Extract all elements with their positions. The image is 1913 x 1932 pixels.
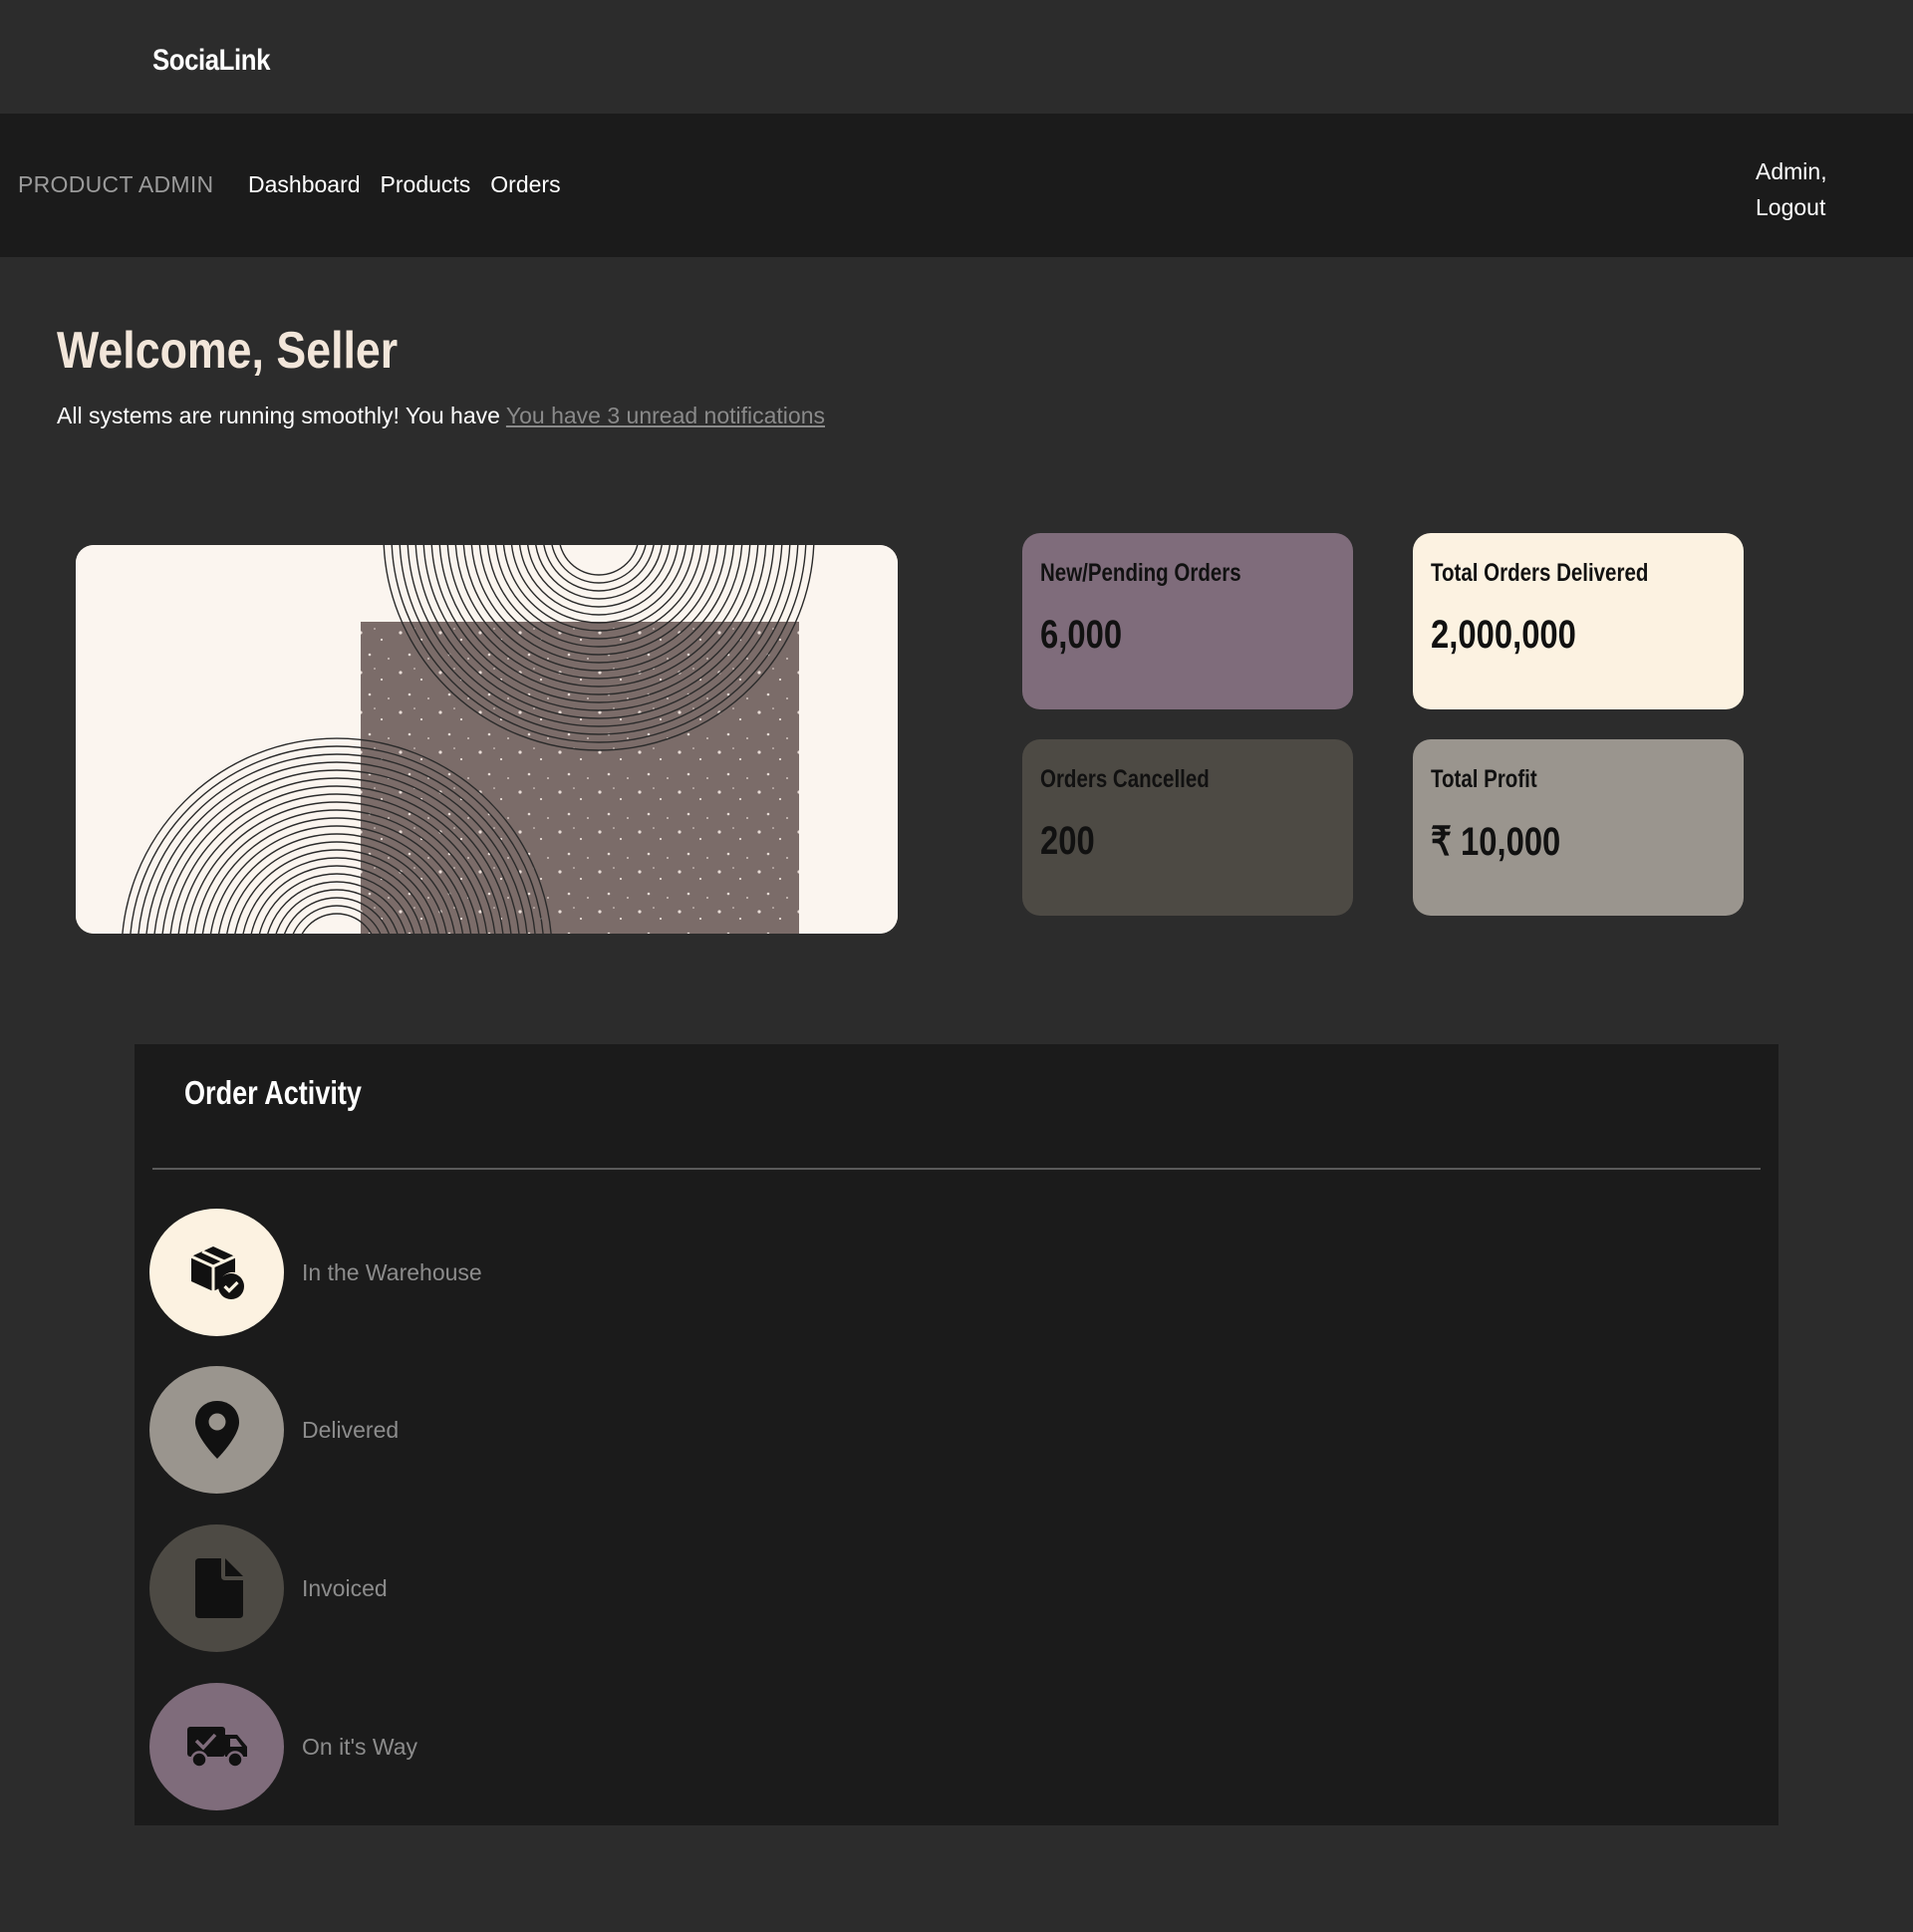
activity-item-invoiced[interactable]: Invoiced bbox=[149, 1524, 388, 1652]
stat-card-orders-cancelled[interactable]: Orders Cancelled 200 bbox=[1022, 739, 1353, 916]
stat-label: Total Orders Delivered bbox=[1431, 559, 1649, 587]
stat-value: 2,000,000 bbox=[1431, 613, 1576, 657]
stat-value: 200 bbox=[1040, 819, 1095, 863]
logout-link[interactable]: Logout bbox=[1756, 189, 1827, 225]
stat-label: New/Pending Orders bbox=[1040, 559, 1241, 587]
activity-label: Invoiced bbox=[302, 1574, 388, 1601]
activity-item-delivered[interactable]: Delivered bbox=[149, 1366, 399, 1494]
welcome-title: Welcome, Seller bbox=[57, 322, 399, 380]
box-check-icon bbox=[189, 1246, 244, 1299]
brand-logo[interactable]: SociaLink bbox=[152, 44, 270, 78]
activity-icon-circle bbox=[149, 1209, 284, 1336]
welcome-message: All systems are running smoothly! You ha… bbox=[57, 403, 825, 429]
welcome-message-text: All systems are running smoothly! You ha… bbox=[57, 403, 506, 428]
divider bbox=[152, 1168, 1761, 1170]
activity-icon-circle bbox=[149, 1366, 284, 1494]
activity-icon-circle bbox=[149, 1524, 284, 1652]
hero-illustration bbox=[76, 545, 898, 934]
stat-card-total-profit[interactable]: Total Profit ₹ 10,000 bbox=[1413, 739, 1744, 916]
nav-link-dashboard[interactable]: Dashboard bbox=[248, 171, 361, 198]
activity-item-warehouse[interactable]: In the Warehouse bbox=[149, 1209, 482, 1336]
stat-card-pending-orders[interactable]: New/Pending Orders 6,000 bbox=[1022, 533, 1353, 709]
notifications-link[interactable]: You have 3 unread notifications bbox=[506, 403, 825, 428]
activity-icon-circle bbox=[149, 1683, 284, 1810]
nav-links: Dashboard Products Orders bbox=[248, 171, 561, 198]
user-greeting[interactable]: Admin, bbox=[1756, 153, 1827, 189]
activity-label: On it's Way bbox=[302, 1733, 417, 1760]
stat-label: Orders Cancelled bbox=[1040, 765, 1210, 793]
activity-label: Delivered bbox=[302, 1416, 400, 1443]
activity-item-on-its-way[interactable]: On it's Way bbox=[149, 1683, 417, 1810]
nav-brand[interactable]: PRODUCT ADMIN bbox=[18, 171, 213, 198]
stat-value: 6,000 bbox=[1040, 613, 1123, 657]
stat-value: ₹ 10,000 bbox=[1431, 820, 1561, 864]
stat-label: Total Profit bbox=[1431, 765, 1537, 793]
stat-card-orders-delivered[interactable]: Total Orders Delivered 2,000,000 bbox=[1413, 533, 1744, 709]
activity-label: In the Warehouse bbox=[302, 1258, 482, 1285]
truck-icon bbox=[186, 1727, 247, 1769]
navbar: PRODUCT ADMIN Dashboard Products Orders … bbox=[0, 114, 1913, 257]
nav-user: Admin, Logout bbox=[1756, 153, 1827, 225]
nav-link-products[interactable]: Products bbox=[381, 171, 471, 198]
nav-link-orders[interactable]: Orders bbox=[490, 171, 560, 198]
brand-bar: SociaLink bbox=[0, 0, 1913, 114]
order-activity-panel: Order Activity In the Warehouse Delivere… bbox=[135, 1044, 1778, 1825]
order-activity-title: Order Activity bbox=[184, 1074, 362, 1111]
map-pin-icon bbox=[194, 1401, 239, 1459]
document-icon bbox=[194, 1558, 243, 1618]
abstract-art-image bbox=[76, 545, 898, 934]
